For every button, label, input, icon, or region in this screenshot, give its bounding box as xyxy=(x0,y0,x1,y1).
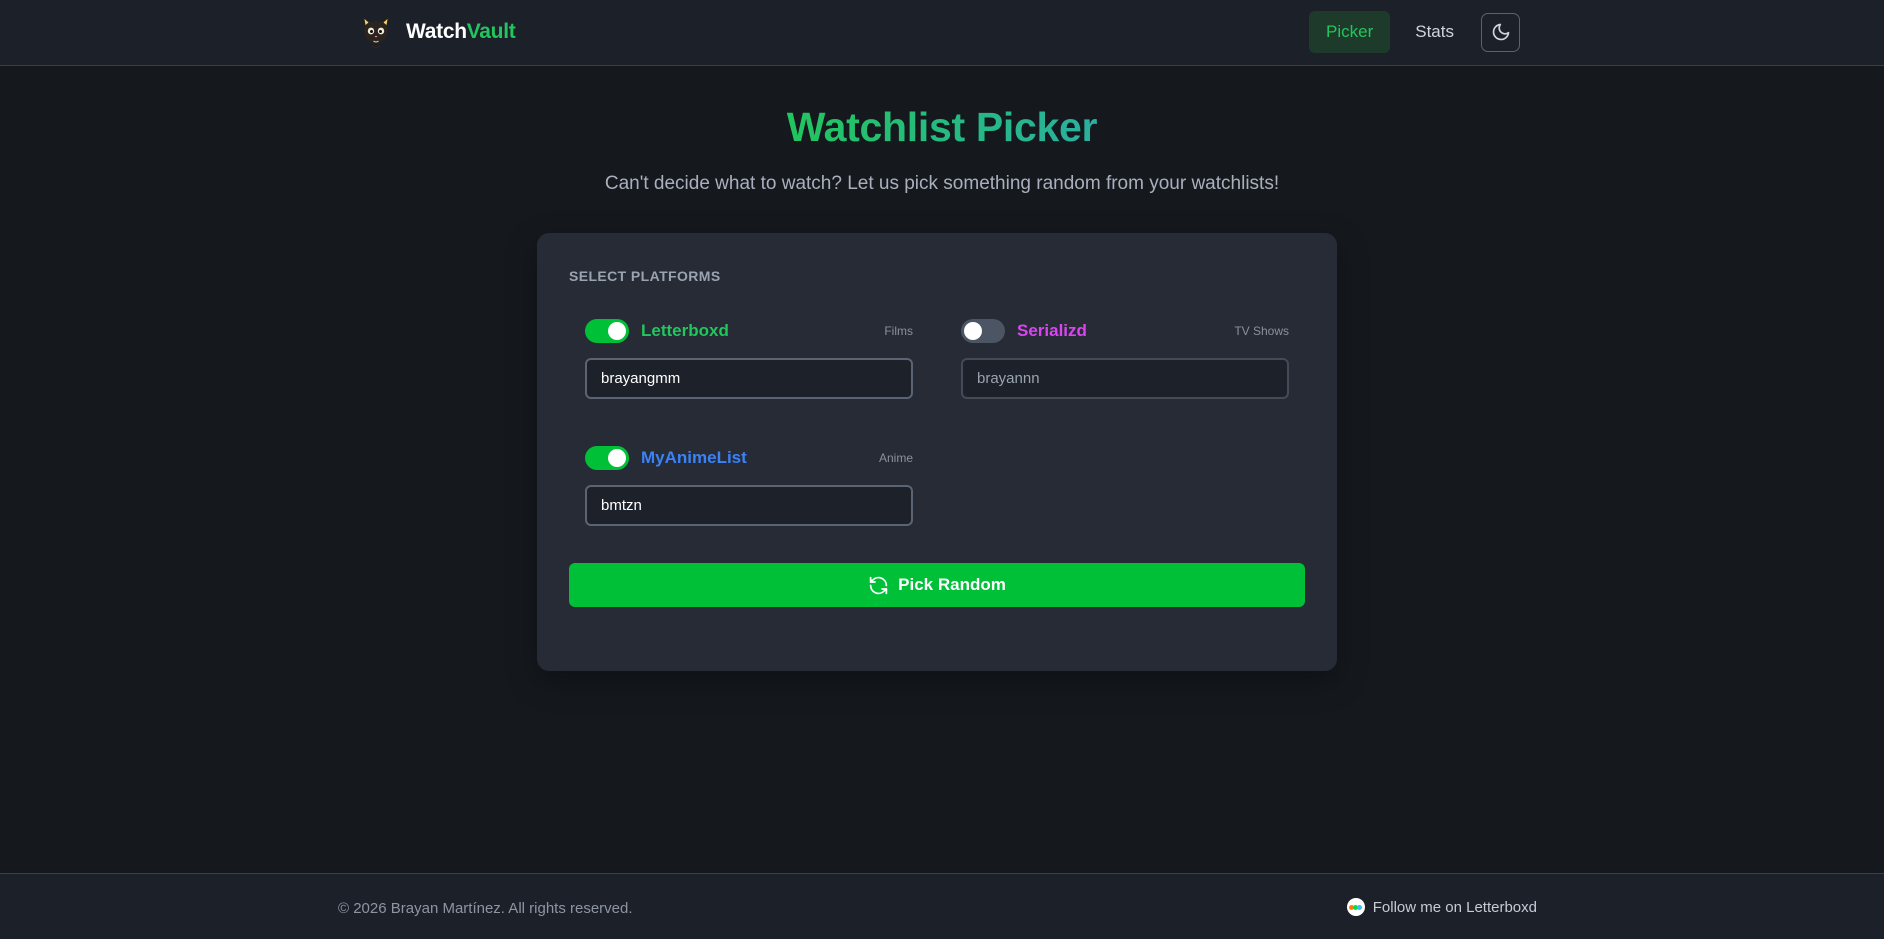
theme-toggle-button[interactable] xyxy=(1481,12,1520,52)
footer: © 2026 Brayan Martínez. All rights reser… xyxy=(0,873,1884,939)
brand-name-part1: Watch xyxy=(406,20,467,43)
letterboxd-icon xyxy=(1346,898,1365,916)
platform-name: Letterboxd xyxy=(641,321,729,340)
pick-random-button[interactable]: Pick Random xyxy=(569,563,1305,607)
brand[interactable]: WatchVault xyxy=(356,10,516,54)
pick-random-label: Pick Random xyxy=(898,575,1006,594)
letterboxd-username-input[interactable] xyxy=(585,358,913,399)
follow-letterboxd-link[interactable]: Follow me on Letterboxd xyxy=(1346,898,1537,916)
main-nav: Picker Stats xyxy=(1309,11,1520,53)
page-subtitle: Can't decide what to watch? Let us pick … xyxy=(604,173,1280,194)
platform-header: Letterboxd Films xyxy=(585,318,913,344)
nav-picker-link[interactable]: Picker xyxy=(1309,11,1391,53)
cat-logo-icon xyxy=(363,16,389,49)
platform-card: SELECT PLATFORMS Letterboxd Films Serial… xyxy=(537,233,1337,671)
select-platforms-label: SELECT PLATFORMS xyxy=(569,268,721,284)
toggle-knob xyxy=(608,449,626,467)
page-title: Watchlist Picker xyxy=(786,104,1098,150)
platform-name: Serializd xyxy=(1017,321,1087,340)
platform-header: MyAnimeList Anime xyxy=(585,445,913,471)
platform-type: Anime xyxy=(878,451,913,465)
platform-myanimelist: MyAnimeList Anime xyxy=(585,445,913,526)
nav-stats-link[interactable]: Stats xyxy=(1398,11,1471,53)
platform-name: MyAnimeList xyxy=(641,448,747,467)
serializd-username-input[interactable] xyxy=(961,358,1289,399)
top-navbar: WatchVault Picker Stats xyxy=(0,0,1884,66)
brand-name: WatchVault xyxy=(406,20,516,44)
serializd-toggle[interactable] xyxy=(961,319,1005,343)
platform-type: TV Shows xyxy=(1234,324,1289,338)
refresh-icon xyxy=(869,576,888,594)
platform-serializd: Serializd TV Shows xyxy=(961,318,1289,399)
letterboxd-toggle[interactable] xyxy=(585,319,629,343)
toggle-knob xyxy=(608,322,626,340)
myanimelist-username-input[interactable] xyxy=(585,485,913,526)
copyright-text: © 2026 Brayan Martínez. All rights reser… xyxy=(338,900,633,917)
toggle-knob xyxy=(964,322,982,340)
platform-letterboxd: Letterboxd Films xyxy=(585,318,913,399)
myanimelist-toggle[interactable] xyxy=(585,446,629,470)
moon-icon xyxy=(1492,23,1509,41)
brand-name-part2: Vault xyxy=(466,20,516,43)
follow-label: Follow me on Letterboxd xyxy=(1372,898,1537,916)
platform-type: Films xyxy=(884,324,913,338)
platform-header: Serializd TV Shows xyxy=(961,318,1289,344)
